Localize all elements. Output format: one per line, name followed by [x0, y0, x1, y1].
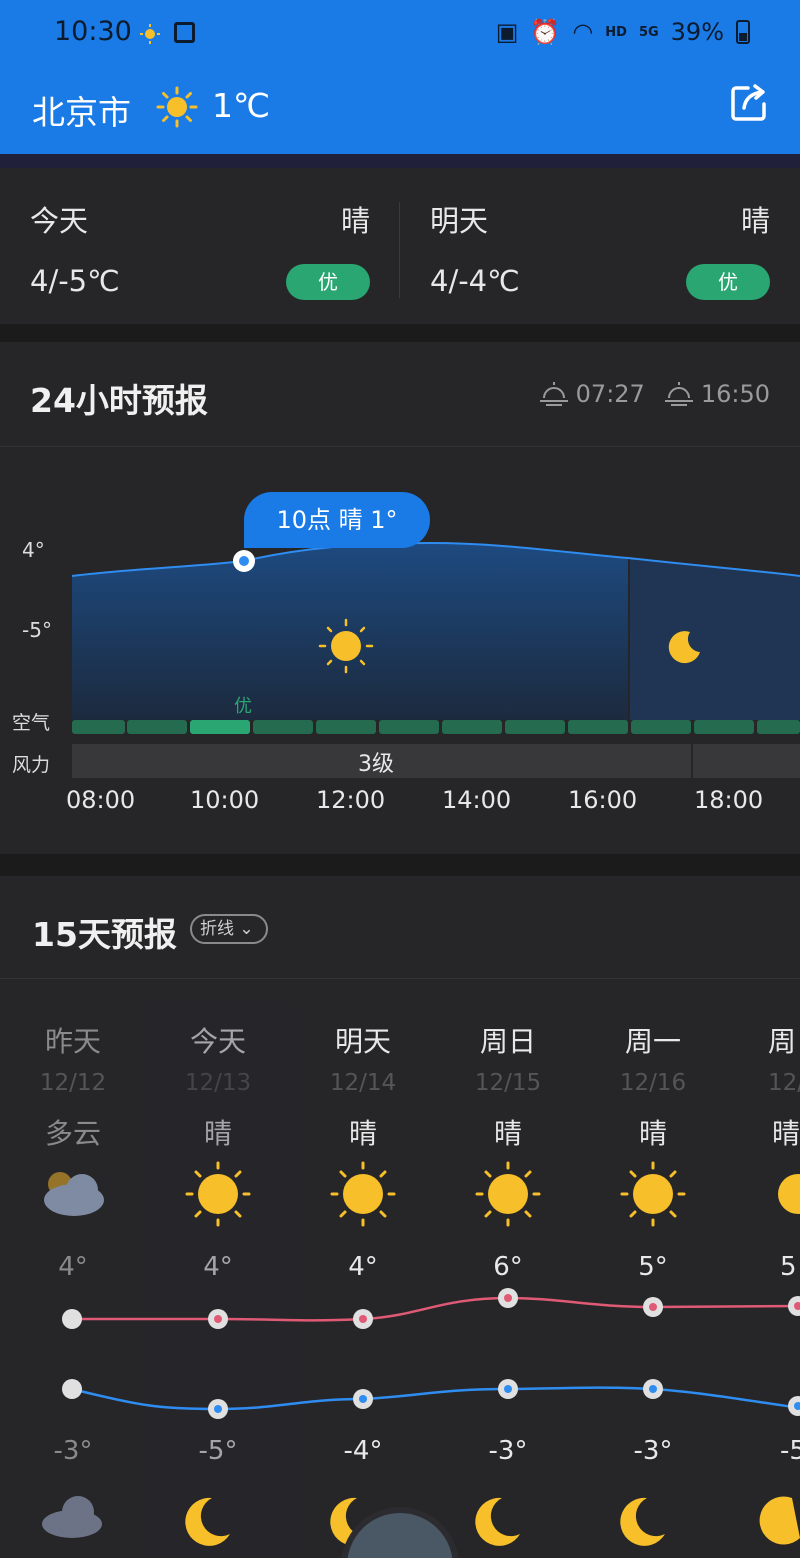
sunny-icon	[156, 86, 198, 128]
daily-chart	[42, 1006, 800, 1558]
hd-badge: HD	[605, 24, 627, 40]
low-point	[62, 1379, 82, 1399]
hour-label: 18:00	[694, 786, 764, 814]
hour-label: 12:00	[316, 786, 386, 814]
cloudy-night-icon	[42, 1496, 102, 1538]
hourly-forecast: 24小时预报 07:27 16:50 4° -5° 10点 晴 1° 优 空气 …	[0, 342, 800, 854]
sunny-icon	[778, 1174, 800, 1214]
hour-label: 10:00	[190, 786, 260, 814]
wind-value: 3级	[358, 752, 394, 777]
app-header: 10:30 ▣ ⏰ ◠ HD 5G 39% 北京市 1℃	[0, 0, 800, 154]
floating-assistant-icon	[341, 1507, 459, 1558]
sun-small-icon	[140, 24, 160, 44]
alarm-icon: ⏰	[530, 18, 561, 46]
tomorrow-summary[interactable]: 明天 晴 4/-4℃ 优	[400, 168, 800, 324]
today-summary[interactable]: 今天 晴 4/-5℃ 优	[0, 168, 400, 324]
cloudy-icon	[44, 1172, 104, 1216]
tomorrow-range: 4/-4℃	[430, 264, 520, 298]
wind-bar-divider	[691, 744, 693, 778]
today-aqi-badge: 优	[286, 264, 370, 300]
message-icon: ▣	[495, 18, 519, 46]
hour-label: 08:00	[66, 786, 136, 814]
header-divider	[0, 154, 800, 168]
wind-row-label: 风力	[12, 754, 51, 776]
summary-card: 今天 晴 4/-5℃ 优 明天 晴 4/-4℃ 优	[0, 168, 800, 324]
y-max-label: 4°	[22, 538, 45, 562]
tomorrow-condition: 晴	[740, 204, 770, 238]
moon-icon	[620, 1497, 665, 1546]
gallery-icon	[174, 22, 195, 43]
share-icon[interactable]	[728, 82, 770, 124]
sunny-icon	[475, 1161, 541, 1227]
status-time: 10:30	[54, 16, 132, 47]
sunny-icon	[620, 1161, 686, 1227]
status-icons: ▣ ⏰ ◠ HD 5G 39%	[496, 18, 750, 46]
air-row-label: 空气	[12, 712, 51, 734]
aqi-bar	[72, 720, 800, 734]
night-area	[630, 558, 800, 720]
hour-label: 14:00	[442, 786, 512, 814]
tomorrow-label: 明天	[430, 204, 489, 238]
high-point	[62, 1309, 82, 1329]
wifi-icon: ◠	[572, 18, 594, 46]
sunny-icon	[330, 1161, 396, 1227]
battery-text: 39%	[670, 18, 724, 46]
tomorrow-aqi-badge: 优	[686, 264, 770, 300]
moon-icon	[759, 1496, 800, 1545]
current-temp: 1℃	[212, 86, 271, 125]
daily-forecast: 15天预报 折线 ⌄ 昨天 12/12 多云 4° -3° 今天 12/13 晴…	[0, 876, 800, 1558]
y-min-label: -5°	[22, 618, 52, 642]
today-label: 今天	[30, 204, 89, 238]
hour-label: 16:00	[568, 786, 638, 814]
today-range: 4/-5℃	[30, 264, 120, 298]
today-condition: 晴	[340, 204, 370, 238]
network-badge: 5G	[638, 24, 659, 40]
aqi-level-label: 优	[234, 696, 252, 717]
hourly-tooltip: 10点 晴 1°	[244, 492, 430, 548]
city-name[interactable]: 北京市	[32, 86, 131, 134]
day-area	[72, 543, 628, 720]
battery-icon	[736, 20, 750, 44]
moon-icon	[475, 1497, 520, 1546]
